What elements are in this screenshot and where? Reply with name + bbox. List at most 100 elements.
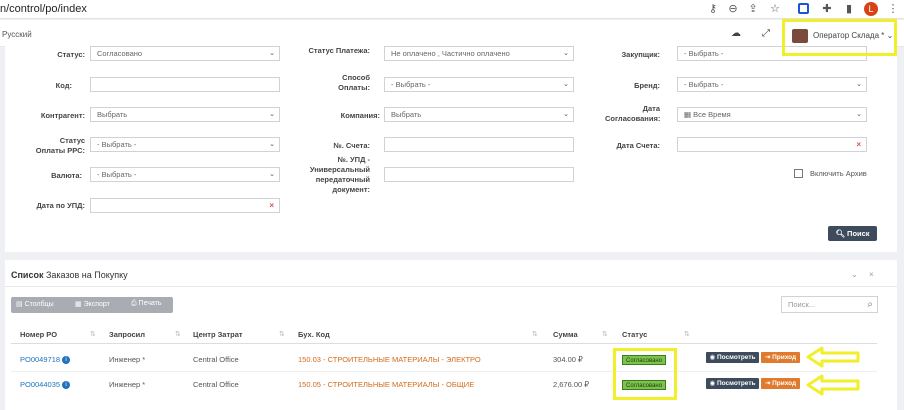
browser-toolbar: n/control/po/index ⚷ ⊖ ⇪ ☆ ✚ ▮ L ⋮	[0, 0, 904, 19]
archive-label: Включить Архив	[810, 169, 867, 178]
clear-icon[interactable]: ×	[269, 199, 274, 212]
sort-icon[interactable]: ⇅	[90, 330, 96, 338]
col-cost-center[interactable]: Центр Затрат	[193, 330, 243, 339]
header-divider	[11, 343, 877, 344]
invoice-date-label: Дата Счета:	[616, 141, 660, 150]
col-po-number[interactable]: Номер PO	[20, 330, 57, 339]
address-bar[interactable]: n/control/po/index	[0, 3, 87, 15]
status-select[interactable]: Согласовано ⌄	[90, 46, 280, 61]
user-avatar[interactable]	[792, 29, 808, 43]
zoom-icon[interactable]: ⊖	[726, 2, 740, 16]
cost-center-cell: Central Office	[193, 380, 239, 389]
code-label: Код:	[55, 81, 72, 90]
sort-icon[interactable]: ⇅	[532, 330, 538, 338]
counterparty-select[interactable]: Выбрать ⌄	[90, 107, 280, 122]
payment-method-label: Способ Оплаты:	[338, 73, 370, 92]
sidepanel-icon[interactable]: ▮	[842, 2, 856, 16]
export-button[interactable]: ▦ Экспорт	[75, 300, 110, 308]
table-search-input[interactable]: Поиск... ⌕	[781, 296, 878, 313]
sort-icon[interactable]: ⇅	[279, 330, 285, 338]
status-highlight-box	[613, 348, 677, 400]
sort-icon[interactable]: ⇅	[602, 330, 608, 338]
row-divider	[11, 371, 877, 372]
brand-select[interactable]: - Выбрать - ⌄	[677, 77, 867, 92]
counterparty-label: Контрагент:	[40, 111, 85, 120]
amount-cell: 304.00 ₽	[553, 355, 583, 364]
cloud-icon[interactable]: ☁	[731, 28, 741, 39]
account-code-cell: 150.05 - СТРОИТЕЛЬНЫЕ МАТЕРИАЛЫ - ОБЩИЕ	[298, 380, 475, 389]
requester-cell: Инженер *	[109, 355, 146, 364]
search-button[interactable]: 🔍︎ Поиск	[828, 226, 877, 241]
rps-status-label: Статус Оплаты РРС:	[35, 136, 85, 155]
currency-select[interactable]: - Выбрать - ⌄	[90, 167, 280, 182]
star-icon[interactable]: ☆	[768, 2, 782, 16]
payment-method-select[interactable]: - Выбрать - ⌄	[384, 77, 574, 92]
amount-cell: 2,676.00 ₽	[553, 380, 590, 389]
account-code-cell: 150.03 - СТРОИТЕЛЬНЫЕ МАТЕРИАЛЫ - ЭЛЕКТР…	[298, 355, 481, 364]
print-icon: ⎙	[131, 300, 139, 307]
search-icon: ⌕	[867, 299, 873, 310]
upd-date-input[interactable]: ×	[90, 198, 280, 213]
view-button[interactable]: ◉ Посмотреть	[706, 352, 759, 363]
buyer-label: Закупщик:	[621, 50, 660, 59]
col-requester[interactable]: Запросил	[109, 330, 145, 339]
code-input[interactable]	[90, 77, 280, 92]
arrow-left-icon	[806, 374, 860, 396]
app-header: Русский ☁ ⤢	[0, 20, 904, 47]
columns-button[interactable]: ▤ Столбцы	[16, 300, 54, 308]
collapse-icon[interactable]: ⌄	[851, 270, 858, 279]
eye-icon: ◉	[709, 380, 717, 387]
view-button[interactable]: ◉ Посмотреть	[706, 378, 759, 389]
brand-label: Бренд:	[634, 81, 660, 90]
export-icon: ▦	[75, 301, 84, 308]
divider	[5, 286, 897, 287]
info-icon[interactable]: i	[62, 381, 71, 390]
close-icon[interactable]: ×	[869, 270, 874, 279]
sort-icon[interactable]: ⇅	[684, 330, 690, 338]
po-number-link[interactable]: PO0044035 i	[20, 380, 71, 390]
receive-button[interactable]: ⇥ Приход	[761, 352, 800, 363]
approval-date-picker[interactable]: ▦ Все Время ⌄	[677, 107, 867, 122]
col-status[interactable]: Статус	[622, 330, 647, 339]
calendar-icon: ▦	[684, 110, 694, 119]
payment-status-label: Статус Платежа:	[308, 46, 370, 55]
language-selector[interactable]: Русский	[2, 30, 32, 39]
upd-date-label: Дата по УПД:	[36, 201, 85, 210]
col-amount[interactable]: Сумма	[553, 330, 578, 339]
clear-icon[interactable]: ×	[856, 138, 861, 151]
invoice-date-input[interactable]: ×	[677, 137, 867, 152]
share-icon[interactable]: ⇪	[746, 2, 760, 16]
invoice-no-input[interactable]	[384, 137, 574, 152]
upd-no-input[interactable]	[384, 167, 574, 182]
company-select[interactable]: Выбрать ⌄	[384, 107, 574, 122]
arrow-left-icon	[806, 346, 860, 368]
user-menu[interactable]: Оператор Склада * ⌄	[813, 31, 893, 40]
company-label: Компания:	[340, 111, 380, 120]
puzzle-icon[interactable]: ✚	[820, 2, 834, 16]
search-icon: 🔍︎	[835, 229, 848, 238]
po-number-link[interactable]: PO0049718 i	[20, 355, 71, 365]
columns-icon: ▤	[16, 301, 25, 308]
archive-checkbox[interactable]	[794, 169, 803, 178]
enter-icon: ⇥	[764, 354, 773, 361]
key-icon[interactable]: ⚷	[706, 2, 720, 16]
eye-icon: ◉	[709, 354, 717, 361]
expand-icon[interactable]: ⤢	[762, 28, 770, 39]
info-icon[interactable]: i	[62, 356, 71, 365]
requester-cell: Инженер *	[109, 380, 146, 389]
enter-icon: ⇥	[764, 380, 773, 387]
print-button[interactable]: ⎙ Печать	[131, 300, 161, 308]
invoice-no-label: №. Счета:	[333, 141, 370, 150]
menu-icon[interactable]: ⋮	[886, 2, 900, 16]
receive-button[interactable]: ⇥ Приход	[761, 378, 800, 389]
list-title: Список Заказов на Покупку	[11, 270, 128, 280]
approval-date-label: Дата Согласования:	[605, 104, 661, 123]
profile-avatar[interactable]: L	[864, 2, 878, 16]
col-account-code[interactable]: Бух. Код	[298, 330, 330, 339]
payment-status-select[interactable]: Не оплачено , Частично оплачено ⌄	[384, 46, 574, 61]
rps-status-select[interactable]: - Выбрать - ⌄	[90, 137, 280, 152]
upd-no-label: №. УПД - Универсальный передаточный доку…	[309, 155, 370, 194]
currency-label: Валюта:	[51, 171, 82, 180]
sort-icon[interactable]: ⇅	[175, 330, 181, 338]
extension-icon[interactable]	[798, 3, 809, 14]
